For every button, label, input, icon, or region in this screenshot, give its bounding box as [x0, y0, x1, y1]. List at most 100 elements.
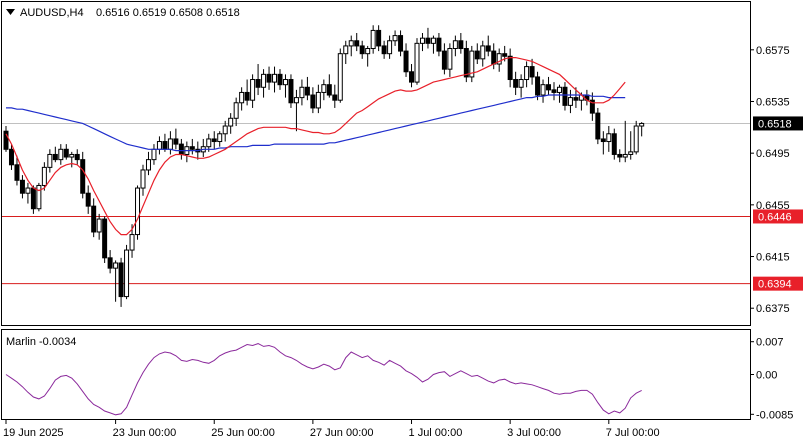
candle-body — [381, 45, 387, 55]
candle-body — [178, 143, 184, 155]
candle-body — [140, 169, 146, 189]
candle-body — [135, 187, 141, 236]
candle-body — [332, 94, 338, 101]
price-panel-frame — [1, 1, 751, 326]
candle — [414, 38, 420, 85]
candle-body — [540, 84, 546, 96]
candle-body — [321, 84, 327, 93]
time-tick-label: 23 Jun 00:00 — [113, 427, 177, 439]
candle-body — [266, 73, 272, 83]
candle-body — [217, 133, 223, 143]
time-tick-label: 19 Jun 2025 — [3, 427, 64, 439]
candle-body — [535, 76, 541, 96]
ohlc-label: 0.6516 0.6519 0.6508 0.6518 — [96, 7, 240, 19]
candle-body — [189, 146, 195, 150]
candle-body — [359, 45, 365, 55]
candle-body — [85, 192, 91, 207]
candle-body — [261, 73, 267, 88]
candle-body — [639, 122, 645, 127]
candle-body — [63, 148, 69, 158]
candle-body — [546, 84, 552, 91]
candle-body — [162, 141, 168, 150]
candle-body — [458, 40, 464, 50]
time-tick-label: 25 Jun 00:00 — [211, 427, 275, 439]
candle-body — [551, 89, 557, 93]
candle-body — [573, 97, 579, 101]
candle — [36, 182, 42, 212]
candle-body — [376, 29, 382, 47]
candle-body — [19, 179, 25, 194]
candle-body — [365, 48, 371, 55]
candle-body — [222, 125, 228, 135]
candle-body — [102, 218, 108, 259]
candle-body — [606, 133, 612, 143]
candle-body — [611, 133, 617, 155]
candle-body — [156, 141, 162, 150]
candle-body — [485, 45, 491, 52]
candle-body — [250, 79, 256, 101]
candle — [633, 120, 639, 155]
candle — [337, 48, 343, 103]
candle-body — [69, 153, 75, 158]
candle-body — [518, 79, 524, 88]
candle-body — [228, 117, 234, 127]
candle — [124, 244, 130, 300]
time-tick-label: 3 Jul 00:00 — [507, 427, 561, 439]
candle-body — [529, 66, 535, 78]
candle-body — [80, 159, 86, 194]
candle — [469, 45, 475, 83]
candle-body — [343, 45, 349, 55]
candle-body — [167, 138, 173, 150]
time-tick-label: 1 Jul 00:00 — [409, 427, 463, 439]
candle-body — [211, 138, 217, 143]
candle-body — [239, 91, 245, 104]
candle-body — [502, 53, 508, 57]
indicator-title: Marlin -0.0034 — [6, 336, 76, 348]
price-tick-label: 0.6415 — [756, 252, 790, 264]
candle-body — [299, 86, 305, 99]
candle-body — [370, 29, 376, 50]
candle — [135, 185, 141, 240]
candle — [288, 74, 294, 108]
candle-body — [124, 249, 130, 298]
price-tick-label: 0.6495 — [756, 148, 790, 160]
candle-body — [387, 40, 393, 55]
candle-body — [414, 42, 420, 83]
candle-body — [91, 205, 97, 233]
candle-body — [107, 257, 113, 269]
candle — [595, 107, 601, 145]
candle-body — [348, 40, 354, 47]
candle-body — [244, 91, 250, 101]
candle-body — [491, 50, 497, 65]
price-tick-label: 0.6535 — [756, 96, 790, 108]
candle-body — [562, 86, 568, 106]
candle-body — [25, 187, 31, 194]
candle-body — [447, 48, 453, 70]
osc-tick-label: 0.00 — [756, 370, 777, 382]
candle-body — [233, 102, 239, 119]
candle-body — [272, 73, 278, 83]
chart-canvas[interactable]: 0.65750.65350.64950.64550.64150.63750.64… — [0, 0, 809, 443]
candle-body — [556, 86, 562, 93]
indicator-panel-frame — [1, 329, 751, 420]
candle-body — [206, 138, 212, 148]
candle-body — [282, 79, 288, 86]
candle-body — [173, 138, 179, 145]
candle-body — [113, 262, 119, 269]
candle-body — [58, 148, 64, 161]
candle-body — [310, 94, 316, 109]
candle-body — [47, 153, 53, 168]
candle-body — [255, 79, 261, 88]
candle-body — [36, 184, 42, 210]
candle-body — [622, 153, 628, 158]
candle-body — [567, 97, 573, 106]
time-tick-label: 7 Jul 00:00 — [606, 427, 660, 439]
candle-body — [524, 66, 530, 81]
osc-tick-label: -0.0085 — [756, 409, 793, 421]
candle-body — [507, 55, 513, 81]
candle-body — [145, 159, 151, 171]
candle-body — [288, 79, 294, 104]
level-tag-label: 0.6394 — [758, 279, 792, 291]
candle-body — [403, 50, 409, 73]
candle-body — [118, 262, 124, 298]
